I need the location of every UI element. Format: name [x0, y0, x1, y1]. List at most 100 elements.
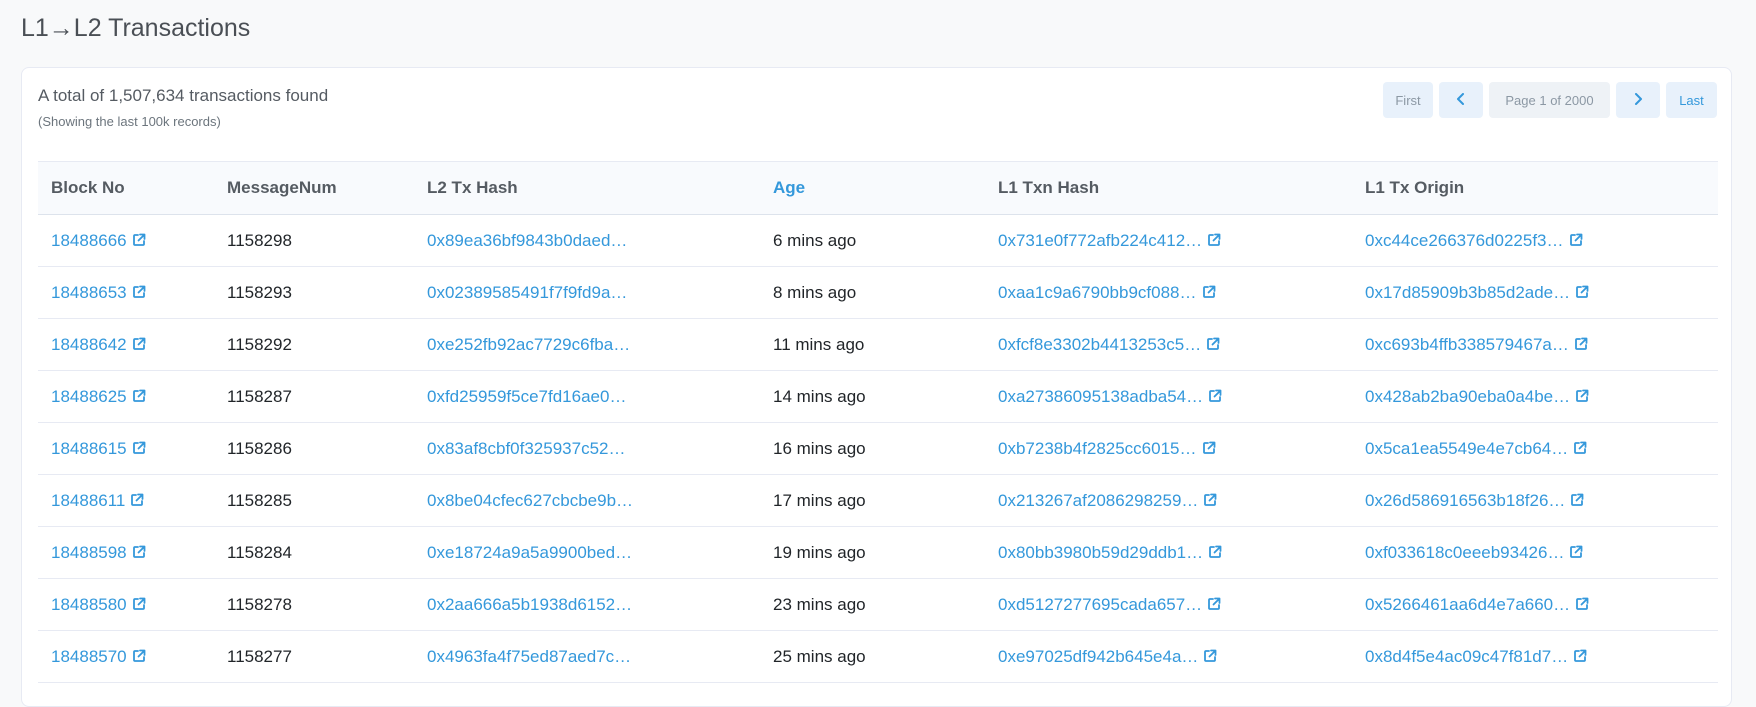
chevron-right-icon [1633, 92, 1643, 108]
message-num-cell: 1158286 [214, 422, 414, 475]
l2-tx-hash-link[interactable]: 0x4963fa4f75ed87aed7c… [427, 647, 631, 666]
col-header-age[interactable]: Age [760, 161, 985, 215]
external-link-icon[interactable] [1208, 545, 1222, 559]
external-link-icon[interactable] [130, 493, 144, 507]
block-number-link[interactable]: 18488611 [51, 491, 125, 510]
col-header-message-num: MessageNum [214, 161, 414, 215]
external-link-icon[interactable] [132, 545, 146, 559]
block-number-link[interactable]: 18488615 [51, 439, 127, 458]
external-link-icon[interactable] [1575, 285, 1589, 299]
age-cell: 17 mins ago [760, 474, 985, 527]
table-row: 18488570 1158277 0x4963fa4f75ed87aed7c… 25 … [38, 630, 1718, 683]
age-cell: 23 mins ago [760, 578, 985, 631]
block-number-link[interactable]: 18488653 [51, 283, 127, 302]
l2-tx-hash-link[interactable]: 0x83af8cbf0f325937c52… [427, 439, 626, 458]
l1-tx-origin-link[interactable]: 0xc693b4ffb338579467a… [1365, 335, 1569, 354]
external-link-icon[interactable] [132, 389, 146, 403]
l2-hash-cell: 0xe252fb92ac7729c6fba… [414, 318, 760, 371]
external-link-icon[interactable] [1573, 441, 1587, 455]
next-page-button[interactable] [1616, 82, 1660, 118]
external-link-icon[interactable] [1570, 493, 1584, 507]
message-num-cell: 1158278 [214, 578, 414, 631]
table-row: 18488580 1158278 0x2aa666a5b1938d6152… 23 m… [38, 578, 1718, 631]
l1-txn-hash-link[interactable]: 0xa27386095138adba54… [998, 387, 1203, 406]
external-link-icon[interactable] [1202, 441, 1216, 455]
l1-txn-hash-link[interactable]: 0xe97025df942b645e4a… [998, 647, 1198, 666]
origin-cell: 0x8d4f5e4ac09c47f81d7… [1352, 630, 1718, 683]
external-link-icon[interactable] [1575, 389, 1589, 403]
external-link-icon[interactable] [1206, 337, 1220, 351]
block-cell: 18488598 [38, 526, 214, 579]
table-row: 18488611 1158285 0x8be04cfec627cbcbe9b… 17 … [38, 474, 1718, 527]
age-cell: 16 mins ago [760, 422, 985, 475]
external-link-icon[interactable] [1569, 545, 1583, 559]
l2-tx-hash-link[interactable]: 0x89ea36bf9843b0daed… [427, 231, 627, 250]
external-link-icon[interactable] [132, 441, 146, 455]
message-num-cell: 1158284 [214, 526, 414, 579]
l1-txn-hash-link[interactable]: 0x80bb3980b59d29ddb1… [998, 543, 1203, 562]
col-header-block-no: Block No [38, 161, 214, 215]
l2-hash-cell: 0x2aa666a5b1938d6152… [414, 578, 760, 631]
l1-hash-cell: 0x213267af2086298259… [985, 474, 1352, 527]
l1-txn-hash-link[interactable]: 0x731e0f772afb224c412… [998, 231, 1202, 250]
external-link-icon[interactable] [1203, 493, 1217, 507]
l1-tx-origin-link[interactable]: 0x5266461aa6d4e7a660… [1365, 595, 1570, 614]
external-link-icon[interactable] [1208, 389, 1222, 403]
external-link-icon[interactable] [1574, 337, 1588, 351]
age-cell: 25 mins ago [760, 630, 985, 683]
pagination: First Page 1 of 2000 Last [1383, 82, 1717, 118]
external-link-icon[interactable] [1569, 233, 1583, 247]
age-cell: 8 mins ago [760, 266, 985, 319]
l1-txn-hash-link[interactable]: 0xd5127277695cada657… [998, 595, 1202, 614]
l2-tx-hash-link[interactable]: 0x02389585491f7f9fd9a… [427, 283, 627, 302]
l1-hash-cell: 0xb7238b4f2825cc6015… [985, 422, 1352, 475]
l2-tx-hash-link[interactable]: 0xe18724a9a5a9900bed… [427, 543, 632, 562]
l2-tx-hash-link[interactable]: 0x8be04cfec627cbcbe9b… [427, 491, 633, 510]
external-link-icon[interactable] [132, 597, 146, 611]
external-link-icon[interactable] [132, 233, 146, 247]
external-link-icon[interactable] [1207, 233, 1221, 247]
l1-tx-origin-link[interactable]: 0x428ab2ba90eba0a4be… [1365, 387, 1570, 406]
external-link-icon[interactable] [132, 649, 146, 663]
total-count-text: A total of 1,507,634 transactions found [38, 86, 329, 105]
external-link-icon[interactable] [1575, 597, 1589, 611]
l2-tx-hash-link[interactable]: 0x2aa666a5b1938d6152… [427, 595, 632, 614]
block-number-link[interactable]: 18488642 [51, 335, 127, 354]
l2-tx-hash-link[interactable]: 0xe252fb92ac7729c6fba… [427, 335, 630, 354]
l1-hash-cell: 0xfcf8e3302b4413253c5… [985, 318, 1352, 371]
l1-tx-origin-link[interactable]: 0xc44ce266376d0225f3… [1365, 231, 1564, 250]
l1-hash-cell: 0x80bb3980b59d29ddb1… [985, 526, 1352, 579]
l1-txn-hash-link[interactable]: 0x213267af2086298259… [998, 491, 1198, 510]
block-number-link[interactable]: 18488580 [51, 595, 127, 614]
table-row: 18488653 1158293 0x02389585491f7f9fd9a… 8 m… [38, 266, 1718, 319]
external-link-icon[interactable] [1203, 649, 1217, 663]
block-cell: 18488611 [38, 474, 214, 527]
external-link-icon[interactable] [132, 337, 146, 351]
external-link-icon[interactable] [132, 285, 146, 299]
block-number-link[interactable]: 18488570 [51, 647, 127, 666]
block-cell: 18488653 [38, 266, 214, 319]
first-page-button[interactable]: First [1383, 82, 1433, 118]
external-link-icon[interactable] [1573, 649, 1587, 663]
l1-tx-origin-link[interactable]: 0x5ca1ea5549e4e7cb64… [1365, 439, 1568, 458]
block-number-link[interactable]: 18488666 [51, 231, 127, 250]
l1-txn-hash-link[interactable]: 0xfcf8e3302b4413253c5… [998, 335, 1201, 354]
block-number-link[interactable]: 18488625 [51, 387, 127, 406]
l1-tx-origin-link[interactable]: 0xf033618c0eeeb93426… [1365, 543, 1564, 562]
l2-tx-hash-link[interactable]: 0xfd25959f5ce7fd16ae0… [427, 387, 626, 406]
l1-tx-origin-link[interactable]: 0x17d85909b3b85d2ade… [1365, 283, 1570, 302]
age-cell: 6 mins ago [760, 214, 985, 267]
l2-hash-cell: 0x83af8cbf0f325937c52… [414, 422, 760, 475]
l1-tx-origin-link[interactable]: 0x8d4f5e4ac09c47f81d7… [1365, 647, 1568, 666]
l2-hash-cell: 0x02389585491f7f9fd9a… [414, 266, 760, 319]
l1-tx-origin-link[interactable]: 0x26d586916563b18f26… [1365, 491, 1565, 510]
l1-txn-hash-link[interactable]: 0xb7238b4f2825cc6015… [998, 439, 1197, 458]
external-link-icon[interactable] [1202, 285, 1216, 299]
external-link-icon[interactable] [1207, 597, 1221, 611]
age-cell: 11 mins ago [760, 318, 985, 371]
age-cell: 19 mins ago [760, 526, 985, 579]
prev-page-button[interactable] [1439, 82, 1483, 118]
last-page-button[interactable]: Last [1666, 82, 1717, 118]
l1-txn-hash-link[interactable]: 0xaa1c9a6790bb9cf088… [998, 283, 1197, 302]
block-number-link[interactable]: 18488598 [51, 543, 127, 562]
